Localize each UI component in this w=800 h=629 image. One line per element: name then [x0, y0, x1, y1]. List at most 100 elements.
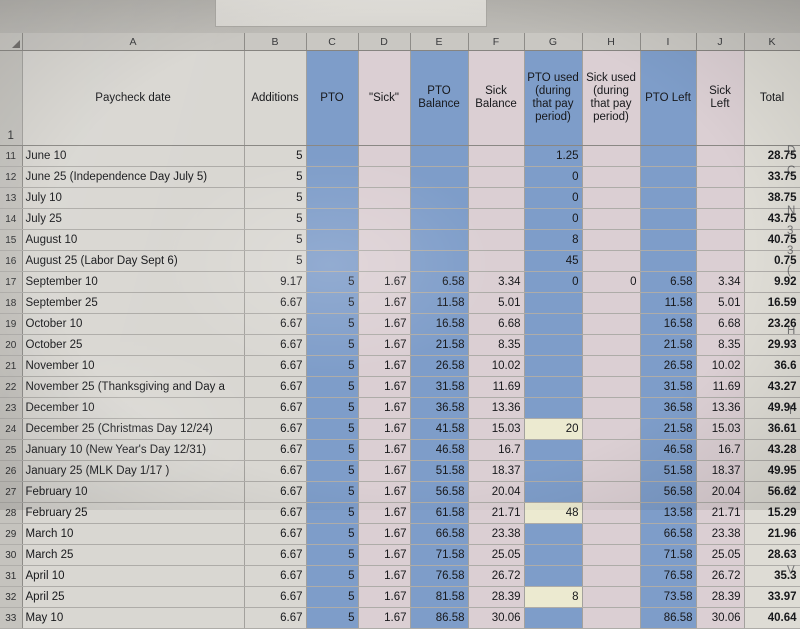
table-row[interactable]: 22 November 25 (Thanksgiving and Day a 6.6… [0, 376, 800, 398]
table-row[interactable]: 19 October 10 6.67 5 1.67 16.58 6.68 16.58 6.68 2… [0, 313, 800, 335]
cell-J30[interactable]: 25.05 [696, 544, 745, 566]
cell-B14[interactable]: 5 [244, 208, 307, 230]
cell-D25[interactable]: 1.67 [358, 439, 411, 461]
cell-H21[interactable] [582, 355, 641, 377]
worksheet-table[interactable]: A B C D E F G H I J K 1 Paycheck date Addi… [0, 33, 800, 629]
cell-A30[interactable]: March 25 [22, 544, 245, 566]
table-row[interactable]: 13 July 10 5 0 38.75 [0, 187, 800, 209]
cell-H16[interactable] [582, 250, 641, 272]
cell-F32[interactable]: 28.39 [468, 586, 525, 608]
cell-C29[interactable]: 5 [306, 523, 359, 545]
cell-K29[interactable]: 21.96 [744, 523, 800, 545]
cell-G31[interactable] [524, 565, 583, 587]
cell-F28[interactable]: 21.71 [468, 502, 525, 524]
row-header[interactable]: 19 [0, 313, 23, 335]
table-row[interactable]: 15 August 10 5 8 40.75 [0, 229, 800, 251]
cell-A22[interactable]: November 25 (Thanksgiving and Day a [22, 376, 245, 398]
cell-J22[interactable]: 11.69 [696, 376, 745, 398]
cell-A28[interactable]: February 25 [22, 502, 245, 524]
cell-A25[interactable]: January 10 (New Year's Day 12/31) [22, 439, 245, 461]
column-header-H[interactable]: H [582, 33, 641, 51]
cell-C22[interactable]: 5 [306, 376, 359, 398]
cell-D18[interactable]: 1.67 [358, 292, 411, 314]
row-header[interactable]: 26 [0, 460, 23, 482]
cell-I12[interactable] [640, 166, 697, 188]
table-row[interactable]: 25 January 10 (New Year's Day 12/31) 6.67 5… [0, 439, 800, 461]
cell-H18[interactable] [582, 292, 641, 314]
cell-B26[interactable]: 6.67 [244, 460, 307, 482]
cell-D29[interactable]: 1.67 [358, 523, 411, 545]
cell-D21[interactable]: 1.67 [358, 355, 411, 377]
cell-F20[interactable]: 8.35 [468, 334, 525, 356]
cell-G11[interactable]: 1.25 [524, 145, 583, 167]
cell-G28[interactable]: 48 [524, 502, 583, 524]
cell-A21[interactable]: November 10 [22, 355, 245, 377]
cell-G32[interactable]: 8 [524, 586, 583, 608]
cell-E17[interactable]: 6.58 [410, 271, 469, 293]
cell-A14[interactable]: July 25 [22, 208, 245, 230]
cell-D16[interactable] [358, 250, 411, 272]
cell-J33[interactable]: 30.06 [696, 607, 745, 629]
cell-H27[interactable] [582, 481, 641, 503]
cell-F14[interactable] [468, 208, 525, 230]
cell-E25[interactable]: 46.58 [410, 439, 469, 461]
cell-I17[interactable]: 6.58 [640, 271, 697, 293]
cell-H29[interactable] [582, 523, 641, 545]
cell-E26[interactable]: 51.58 [410, 460, 469, 482]
column-header-C[interactable]: C [306, 33, 359, 51]
cell-B30[interactable]: 6.67 [244, 544, 307, 566]
cell-H19[interactable] [582, 313, 641, 335]
cell-F29[interactable]: 23.38 [468, 523, 525, 545]
row-header[interactable]: 29 [0, 523, 23, 545]
column-header-G[interactable]: G [524, 33, 583, 51]
cell-J32[interactable]: 28.39 [696, 586, 745, 608]
cell-E16[interactable] [410, 250, 469, 272]
cell-F23[interactable]: 13.36 [468, 397, 525, 419]
cell-G21[interactable] [524, 355, 583, 377]
column-header-K[interactable]: K [744, 33, 800, 51]
cell-A15[interactable]: August 10 [22, 229, 245, 251]
table-row[interactable]: 33 May 10 6.67 5 1.67 86.58 30.06 86.58 30.06 40.… [0, 607, 800, 629]
cell-H30[interactable] [582, 544, 641, 566]
cell-H33[interactable] [582, 607, 641, 629]
cell-A18[interactable]: September 25 [22, 292, 245, 314]
cell-E15[interactable] [410, 229, 469, 251]
row-header[interactable]: 22 [0, 376, 23, 398]
cell-I24[interactable]: 21.58 [640, 418, 697, 440]
cell-K17[interactable]: 9.92 [744, 271, 800, 293]
cell-I27[interactable]: 56.58 [640, 481, 697, 503]
cell-E19[interactable]: 16.58 [410, 313, 469, 335]
cell-B20[interactable]: 6.67 [244, 334, 307, 356]
cell-E22[interactable]: 31.58 [410, 376, 469, 398]
row-header[interactable]: 33 [0, 607, 23, 629]
cell-F26[interactable]: 18.37 [468, 460, 525, 482]
cell-B28[interactable]: 6.67 [244, 502, 307, 524]
cell-G16[interactable]: 45 [524, 250, 583, 272]
cell-G23[interactable] [524, 397, 583, 419]
cell-I16[interactable] [640, 250, 697, 272]
cell-C19[interactable]: 5 [306, 313, 359, 335]
cell-I23[interactable]: 36.58 [640, 397, 697, 419]
cell-A24[interactable]: December 25 (Christmas Day 12/24) [22, 418, 245, 440]
cell-A19[interactable]: October 10 [22, 313, 245, 335]
cell-C32[interactable]: 5 [306, 586, 359, 608]
table-row[interactable]: 24 December 25 (Christmas Day 12/24) 6.67 5… [0, 418, 800, 440]
cell-E30[interactable]: 71.58 [410, 544, 469, 566]
cell-I11[interactable] [640, 145, 697, 167]
row-header[interactable]: 16 [0, 250, 23, 272]
row-header[interactable]: 13 [0, 187, 23, 209]
row-header[interactable]: 12 [0, 166, 23, 188]
cell-E12[interactable] [410, 166, 469, 188]
cell-I20[interactable]: 21.58 [640, 334, 697, 356]
cell-H20[interactable] [582, 334, 641, 356]
cell-C31[interactable]: 5 [306, 565, 359, 587]
cell-I33[interactable]: 86.58 [640, 607, 697, 629]
cell-D17[interactable]: 1.67 [358, 271, 411, 293]
cell-E24[interactable]: 41.58 [410, 418, 469, 440]
table-row[interactable]: 12 June 25 (Independence Day July 5) 5 0 33.… [0, 166, 800, 188]
cell-J28[interactable]: 21.71 [696, 502, 745, 524]
cell-E21[interactable]: 26.58 [410, 355, 469, 377]
cell-B12[interactable]: 5 [244, 166, 307, 188]
cell-B16[interactable]: 5 [244, 250, 307, 272]
cell-C27[interactable]: 5 [306, 481, 359, 503]
